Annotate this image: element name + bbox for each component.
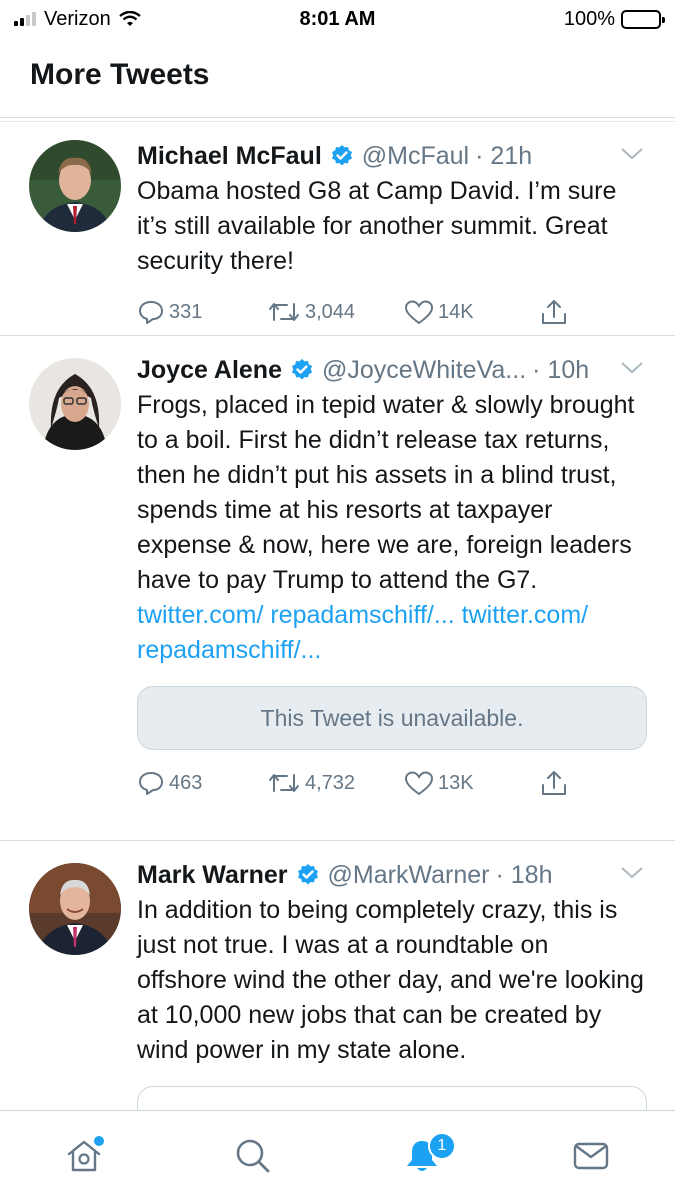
- tweet-card[interactable]: Mark Warner @MarkWarner · 18h In additio…: [0, 841, 675, 1110]
- carrier-label: Verizon: [44, 7, 111, 30]
- verified-badge-icon: [297, 864, 318, 885]
- new-content-dot: [94, 1135, 105, 1146]
- reply-button[interactable]: 331: [137, 299, 267, 325]
- tweet-text-block: Frogs, placed in tepid water & slowly br…: [137, 388, 645, 668]
- tweet-text: In addition to being completely crazy, t…: [137, 896, 644, 1064]
- author-handle[interactable]: @MarkWarner: [328, 861, 490, 890]
- like-count: 14K: [438, 300, 474, 323]
- carrier-info: Verizon: [14, 8, 141, 31]
- avatar[interactable]: [29, 140, 121, 232]
- battery-info: 100%: [563, 7, 665, 31]
- tweet-link[interactable]: twitter.com/ repadamschiff/...: [137, 601, 455, 629]
- reply-icon: [139, 772, 163, 795]
- retweet-icon: [269, 303, 299, 321]
- tweet-time: · 18h: [495, 860, 553, 889]
- avatar[interactable]: [29, 358, 121, 450]
- tweet-feed[interactable]: Michael McFaul @McFaul · 21h Obama hoste…: [0, 122, 675, 1110]
- tweet-card[interactable]: Joyce Alene @JoyceWhiteVa... · 10h Frogs…: [0, 336, 675, 841]
- tweet-text: Obama hosted G8 at Camp David. I’m sure …: [137, 177, 617, 275]
- page-header: More Tweets: [0, 38, 675, 118]
- like-count: 13K: [438, 771, 474, 794]
- tab-messages[interactable]: [561, 1126, 621, 1186]
- chevron-down-icon[interactable]: [619, 143, 645, 163]
- tweet-text: Frogs, placed in tepid water & slowly br…: [137, 391, 635, 594]
- tweet-header: Michael McFaul @McFaul · 21h: [137, 139, 645, 173]
- tab-home[interactable]: [54, 1126, 114, 1186]
- author-name[interactable]: Joyce Alene: [137, 356, 282, 385]
- avatar[interactable]: [29, 863, 121, 955]
- search-icon: [236, 1139, 270, 1172]
- like-button[interactable]: 13K: [404, 770, 539, 796]
- share-icon: [542, 300, 566, 324]
- heart-icon: [404, 300, 434, 325]
- reply-button[interactable]: 463: [137, 770, 267, 796]
- status-bar: Verizon 8:01 AM 100%: [0, 0, 675, 38]
- chevron-down-icon[interactable]: [619, 862, 645, 882]
- author-handle[interactable]: @McFaul: [362, 142, 469, 171]
- verified-badge-icon: [331, 145, 352, 166]
- bottom-tab-bar: 1: [0, 1110, 675, 1200]
- share-button[interactable]: [539, 298, 569, 326]
- notifications-badge: 1: [427, 1131, 456, 1160]
- tweet-actions: 331 3,044 14K: [137, 297, 645, 327]
- heart-icon: [404, 771, 434, 796]
- reply-count: 463: [169, 771, 203, 794]
- retweet-button[interactable]: 4,732: [267, 771, 404, 795]
- author-name[interactable]: Michael McFaul: [137, 142, 322, 171]
- share-icon: [542, 771, 566, 795]
- page-title: More Tweets: [30, 58, 210, 91]
- chevron-down-icon[interactable]: [619, 357, 645, 377]
- tweet-header: Mark Warner @MarkWarner · 18h: [137, 858, 645, 892]
- tweet-time: · 10h: [532, 355, 590, 384]
- quoted-tweet-card[interactable]: [137, 1086, 647, 1110]
- verified-badge-icon: [291, 359, 312, 380]
- tweet-time: · 21h: [475, 141, 533, 170]
- tweet-card[interactable]: Michael McFaul @McFaul · 21h Obama hoste…: [0, 122, 675, 336]
- unavailable-quote-card: This Tweet is unavailable.: [137, 686, 647, 750]
- battery-percent: 100%: [563, 7, 615, 30]
- author-handle[interactable]: @JoyceWhiteVa...: [322, 356, 526, 385]
- wifi-icon: [118, 11, 141, 26]
- reply-count: 331: [169, 300, 203, 323]
- author-name[interactable]: Mark Warner: [137, 861, 288, 890]
- tab-notifications[interactable]: 1: [392, 1126, 456, 1186]
- signal-icon: [14, 12, 36, 26]
- mail-icon: [573, 1142, 608, 1169]
- battery-icon: [621, 9, 665, 29]
- tab-search[interactable]: [223, 1126, 283, 1186]
- retweet-count: 3,044: [305, 300, 356, 323]
- retweet-count: 4,732: [305, 771, 356, 794]
- like-button[interactable]: 14K: [404, 299, 539, 325]
- share-button[interactable]: [539, 769, 569, 797]
- retweet-button[interactable]: 3,044: [267, 300, 404, 324]
- tweet-actions: 463 4,732 13K: [137, 768, 645, 798]
- reply-icon: [139, 301, 163, 324]
- tweet-header: Joyce Alene @JoyceWhiteVa... · 10h: [137, 353, 645, 387]
- retweet-icon: [269, 774, 299, 792]
